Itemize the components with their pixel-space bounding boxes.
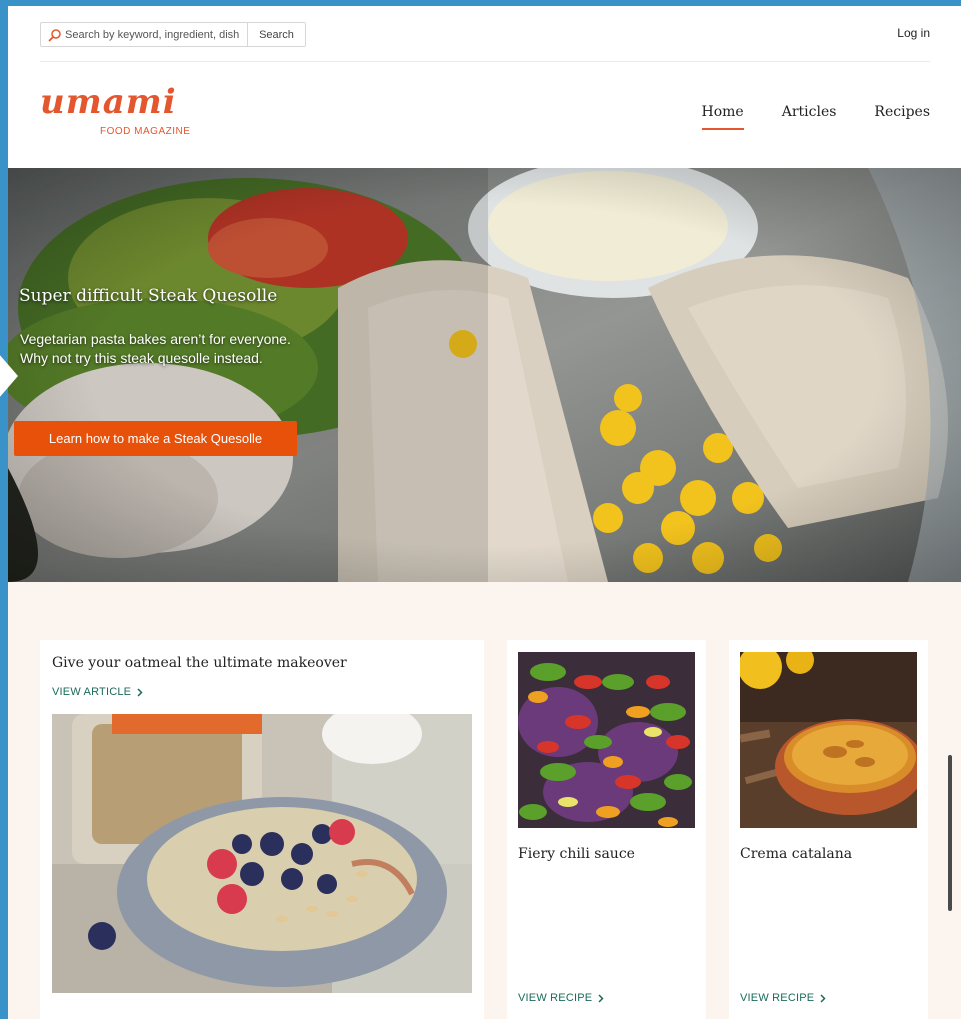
view-article-label: VIEW ARTICLE <box>52 686 132 698</box>
nav-home[interactable]: Home <box>701 104 744 130</box>
oatmeal-image[interactable] <box>52 714 472 993</box>
hero-banner: Super difficult Steak Quesolle Vegetaria… <box>8 168 961 582</box>
feature-article-card[interactable]: Give your oatmeal the ultimate makeover … <box>40 640 484 1019</box>
chili-recipe-title[interactable]: Fiery chili sauce <box>518 846 635 862</box>
feature-article-title[interactable]: Give your oatmeal the ultimate makeover <box>52 655 347 671</box>
view-chili-recipe-link[interactable]: VIEW RECIPE <box>518 992 604 1004</box>
crema-catalana-image[interactable] <box>740 652 917 828</box>
chili-recipe-card[interactable]: Fiery chili sauce VIEW RECIPE <box>507 640 706 1019</box>
hero-image <box>8 168 961 582</box>
crema-recipe-title[interactable]: Crema catalana <box>740 846 852 862</box>
view-recipe-label: VIEW RECIPE <box>518 992 593 1004</box>
chevron-right-icon <box>820 993 826 1003</box>
content-section: Give your oatmeal the ultimate makeover … <box>8 582 961 1019</box>
view-article-link[interactable]: VIEW ARTICLE <box>52 686 143 698</box>
hero-description: Vegetarian pasta bakes aren’t for everyo… <box>20 330 340 368</box>
page: Search Log in umami FOOD MAGAZINE Home A… <box>8 6 961 1019</box>
search-box: Search <box>40 22 306 47</box>
chevron-right-icon <box>137 687 143 697</box>
carousel-prev-arrow[interactable] <box>0 346 18 406</box>
logo[interactable]: umami FOOD MAGAZINE <box>40 82 190 137</box>
login-link[interactable]: Log in <box>897 26 930 40</box>
search-input[interactable] <box>65 24 245 45</box>
nav-articles[interactable]: Articles <box>782 104 837 126</box>
search-button[interactable]: Search <box>247 23 305 46</box>
logo-tagline: FOOD MAGAZINE <box>100 126 191 137</box>
view-recipe-label: VIEW RECIPE <box>740 992 815 1004</box>
crema-recipe-card[interactable]: Crema catalana VIEW RECIPE <box>729 640 928 1019</box>
hero-title: Super difficult Steak Quesolle <box>19 286 278 306</box>
logo-wordmark: umami <box>40 82 177 122</box>
scrollbar[interactable] <box>948 755 952 911</box>
main-nav: Home Articles Recipes <box>701 104 930 130</box>
chevron-right-icon <box>598 993 604 1003</box>
search-icon <box>45 23 65 46</box>
chili-image[interactable] <box>518 652 695 828</box>
view-crema-recipe-link[interactable]: VIEW RECIPE <box>740 992 826 1004</box>
hero-description-line2: Why not try this steak quesolle instead. <box>20 350 263 366</box>
hero-description-line1: Vegetarian pasta bakes aren’t for everyo… <box>20 331 291 347</box>
header: umami FOOD MAGAZINE Home Articles Recipe… <box>40 62 930 168</box>
hero-cta-button[interactable]: Learn how to make a Steak Quesolle <box>14 421 297 456</box>
top-bar: Search Log in <box>40 6 930 62</box>
nav-recipes[interactable]: Recipes <box>874 104 930 126</box>
